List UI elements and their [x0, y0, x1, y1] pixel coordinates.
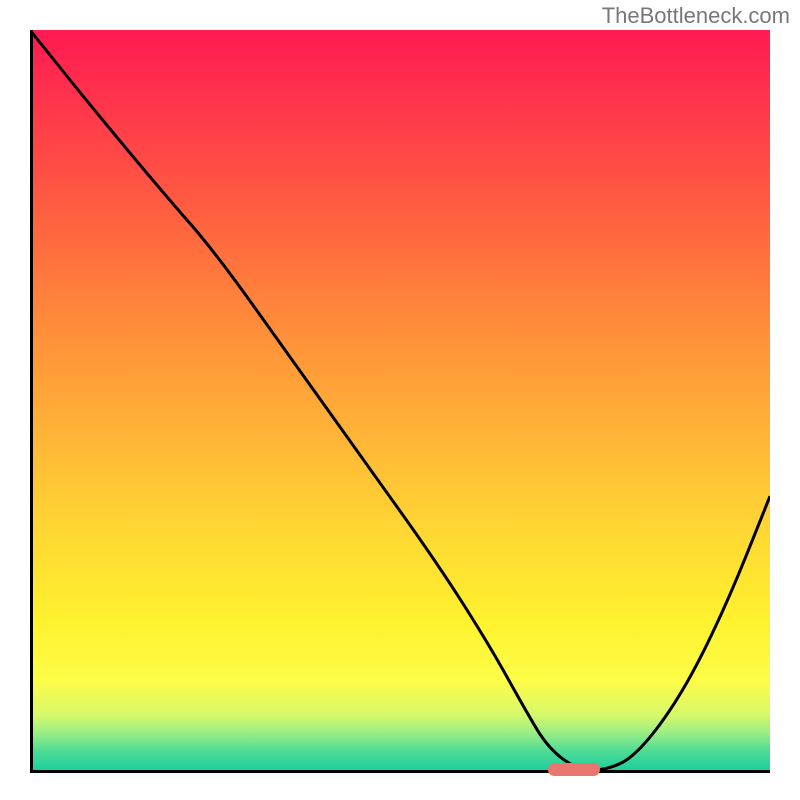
chart-container: TheBottleneck.com — [0, 0, 800, 800]
y-axis — [30, 30, 33, 770]
bottleneck-curve-svg — [30, 30, 770, 770]
optimal-range-marker — [548, 763, 600, 776]
watermark-text: TheBottleneck.com — [602, 3, 790, 29]
bottleneck-curve-path — [30, 30, 770, 770]
x-axis — [30, 770, 770, 773]
